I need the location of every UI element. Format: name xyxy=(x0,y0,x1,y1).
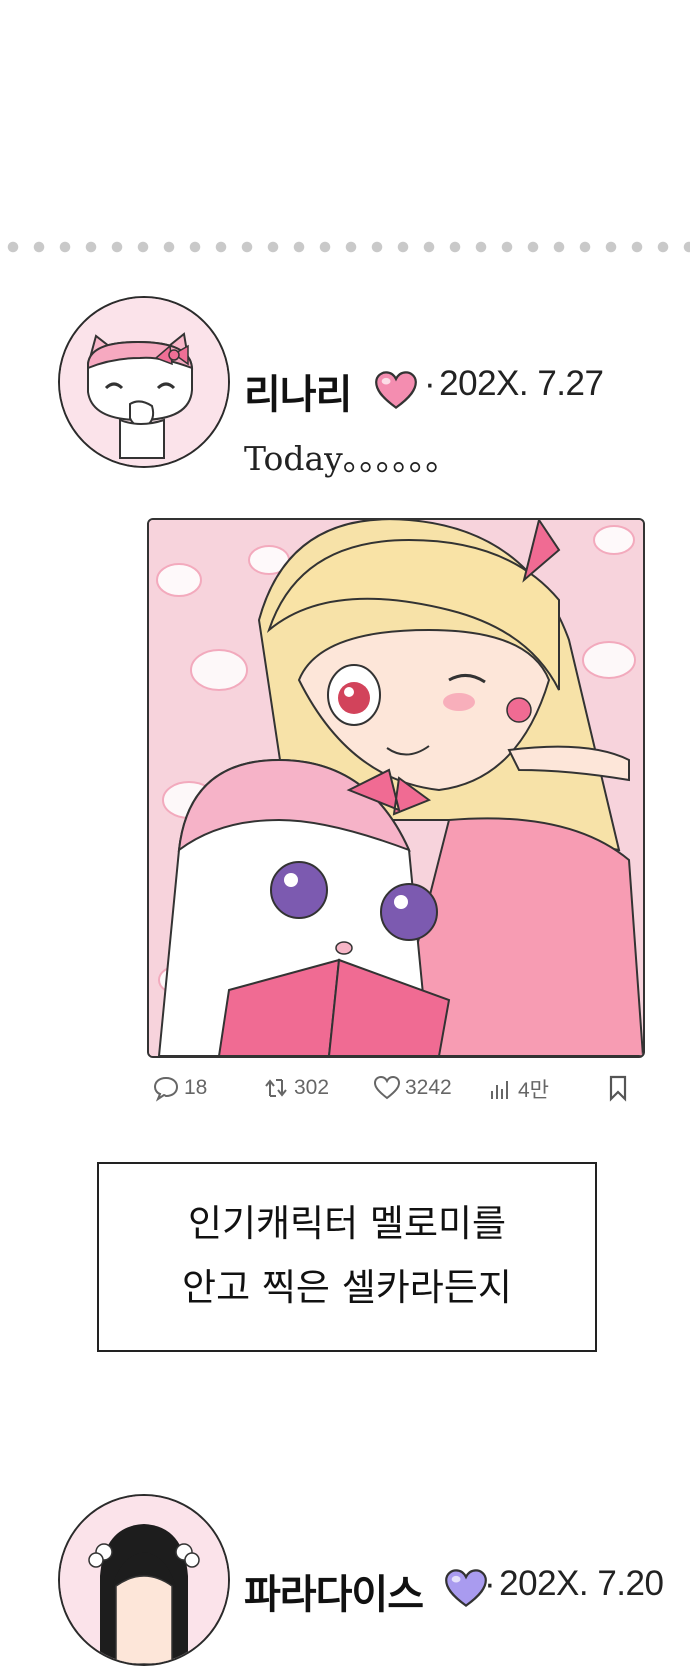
comment-icon xyxy=(153,1076,179,1102)
selfie-illustration-image xyxy=(149,520,643,1056)
purple-heart-icon xyxy=(445,1569,487,1607)
author-name[interactable]: 파라다이스 xyxy=(244,1562,424,1620)
author-name[interactable]: 리나리 xyxy=(244,362,352,420)
views-icon xyxy=(491,1081,508,1099)
like-button[interactable]: 3242 xyxy=(373,1074,452,1102)
post-photo[interactable] xyxy=(147,518,645,1058)
post-date: 202X. 7.27 xyxy=(424,364,604,404)
post-date: 202X. 7.20 xyxy=(484,1564,664,1604)
repost-button[interactable]: 302 xyxy=(262,1074,329,1102)
caption-line-2: 안고 찍은 셀카라든지 xyxy=(182,1266,512,1309)
dark-haired-girl-avatar-image xyxy=(60,1496,228,1664)
cat-character-avatar-image xyxy=(60,298,228,466)
bookmark-icon xyxy=(609,1075,627,1102)
like-count: 3242 xyxy=(405,1076,452,1099)
post-action-bar: 18 302 3242 4만 xyxy=(0,1074,690,1110)
avatar[interactable] xyxy=(58,296,230,468)
views-stat[interactable]: 4만 xyxy=(486,1074,549,1104)
caption-line-1: 인기캐릭터 멜로미를 xyxy=(187,1202,507,1245)
dotted-divider xyxy=(0,240,690,254)
repost-icon xyxy=(265,1079,287,1097)
repost-count: 302 xyxy=(294,1076,330,1099)
heart-outline-icon xyxy=(373,1075,401,1100)
views-count: 4만 xyxy=(518,1079,549,1102)
comment-count: 18 xyxy=(184,1076,208,1099)
avatar[interactable] xyxy=(58,1494,230,1666)
bookmark-button[interactable] xyxy=(604,1074,632,1102)
post-text: Today。。。。。。 xyxy=(244,439,459,478)
comment-button[interactable]: 18 xyxy=(152,1074,207,1102)
pink-heart-icon xyxy=(375,371,417,409)
caption-box: 인기캐릭터 멜로미를 안고 찍은 셀카라든지 xyxy=(97,1162,597,1352)
